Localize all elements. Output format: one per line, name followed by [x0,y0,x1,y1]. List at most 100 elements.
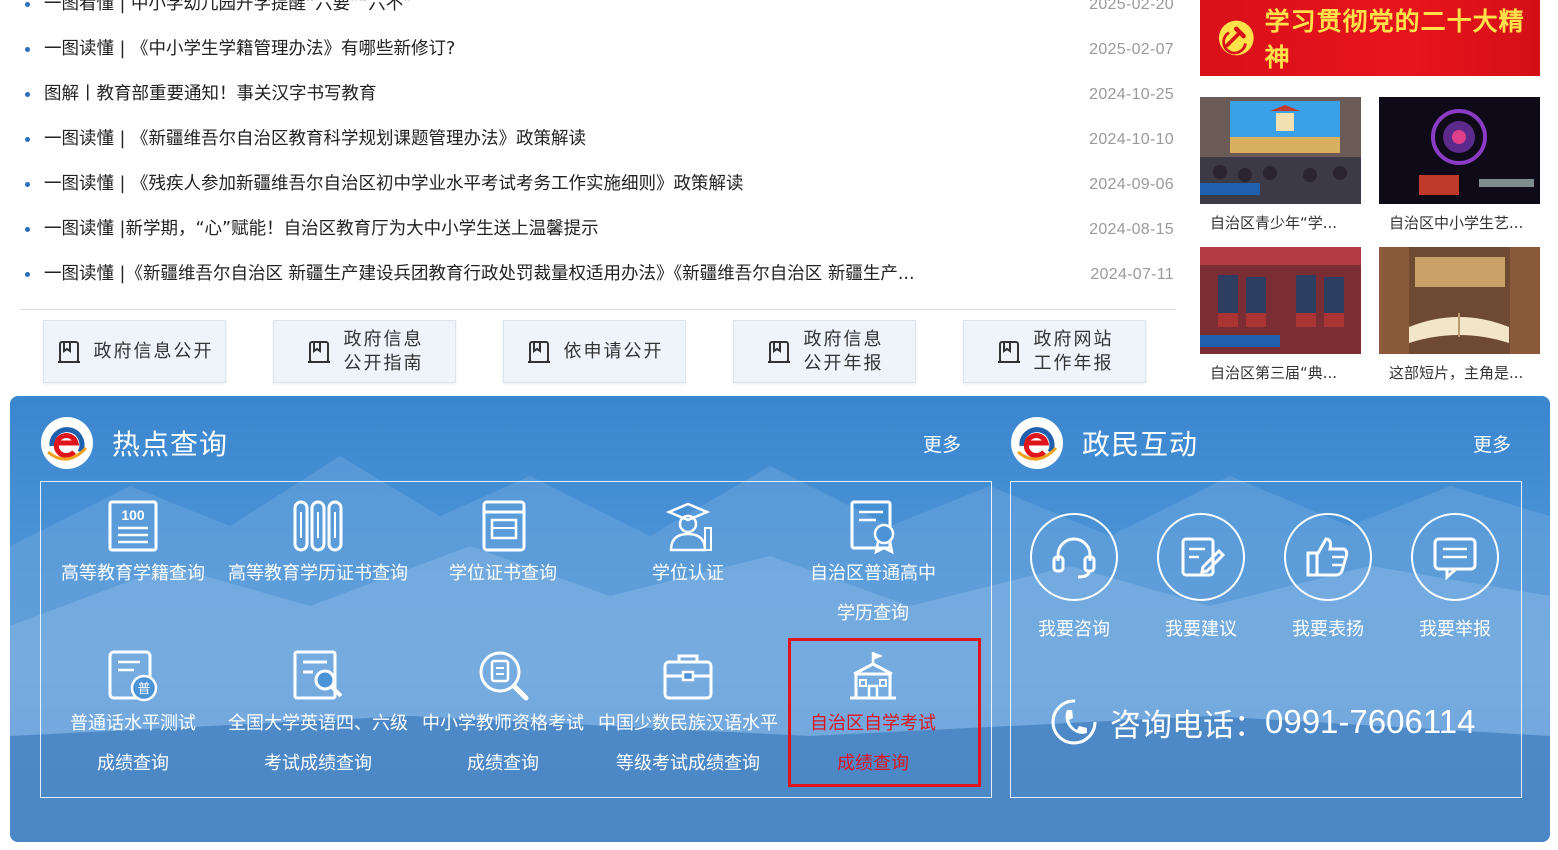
thumbnail-image [1200,97,1361,204]
hotline: 咨询电话： 0991-7606114 [1050,698,1475,746]
query-teacher-qualification[interactable]: 中小学教师资格考试 成绩查询 [411,648,595,784]
bookmark-doc-icon [767,340,790,363]
query-label: 高等教育学历证书查询 [228,563,408,584]
query-higher-edu-diploma[interactable]: 高等教育学历证书查询 [226,498,410,594]
praise-circle [1284,513,1372,601]
news-thumbnail[interactable]: 自治区第三届“典... [1200,247,1361,383]
news-date: 2024-10-10 [1089,131,1174,148]
party-congress-banner[interactable]: 学习贯彻党的二十大精神 [1200,0,1540,76]
praise-button[interactable]: 我要表扬 [1273,513,1383,641]
diploma-icon [850,500,895,554]
magnifier-doc-icon [479,651,529,701]
news-title[interactable]: 一图读懂 | 《中小学生学籍管理办法》有哪些新修订? [44,27,455,72]
svg-text:100: 100 [121,507,145,523]
news-item[interactable]: 一图读懂 | 《残疾人参加新疆维吾尔自治区初中学业水平考试考务工作实施细则》政策… [20,162,1176,207]
query-cet-scores[interactable]: 全国大学英语四、六级 考试成绩查询 [226,648,410,784]
news-item[interactable]: 一图读懂 |新学期，“心”赋能！自治区教育厅为大中小学生送上温馨提示 2024-0… [20,207,1176,252]
bullet-dot [25,182,30,187]
search-doc-icon [293,650,343,700]
gov-button-label: 政府信息 公开指南 [343,328,424,374]
hot-query-header: 热点查询 [40,416,228,470]
query-higher-edu-status[interactable]: 100 高等教育学籍查询 [41,498,225,594]
news-date: 2025-02-20 [1089,0,1174,13]
thumbnail-caption[interactable]: 自治区第三届“典... [1200,362,1361,383]
news-title[interactable]: 一图读懂 |《新疆维吾尔自治区 新疆生产建设兵团教育行政处罚裁量权适用办法》《新… [44,252,915,297]
interaction-header: 政民互动 [1010,416,1198,470]
gov-button-label: 政府信息 公开年报 [803,328,884,374]
interaction-title: 政民互动 [1082,428,1199,461]
news-date: 2024-10-25 [1089,86,1174,103]
bookmark-doc-icon [997,340,1020,363]
hot-query-more-link[interactable]: 更多 [923,430,961,457]
interaction-more-link[interactable]: 更多 [1473,430,1511,457]
banner-text: 学习贯彻党的二十大精神 [1264,7,1525,72]
bookmark-doc-icon [527,340,550,363]
news-item[interactable]: 图解丨教育部重要通知！事关汉字书写教育 2024-10-25 [20,72,1176,117]
query-high-school-diploma[interactable]: 自治区普通高中 学历查询 [781,498,965,634]
query-degree-authentication[interactable]: 学位认证 [596,498,780,594]
highlight-box [788,638,981,787]
query-label: 中小学教师资格考试 成绩查询 [422,713,584,774]
bookmark-doc-icon [307,340,330,363]
news-title[interactable]: 一图读懂 |新学期，“心”赋能！自治区教育厅为大中小学生送上温馨提示 [44,207,599,252]
praise-label: 我要表扬 [1292,619,1364,640]
query-degree-certificate[interactable]: 学位证书查询 [411,498,595,594]
e-logo-icon [41,417,93,469]
news-title[interactable]: 一图读懂 | 《新疆维吾尔自治区教育科学规划课题管理办法》政策解读 [44,117,586,162]
svg-text:普: 普 [137,682,150,697]
bullet-dot [25,137,30,142]
query-label: 全国大学英语四、六级 考试成绩查询 [228,713,408,774]
suggest-label: 我要建议 [1165,619,1237,640]
news-list: 一图看懂 | 中小学幼儿园开学提醒“六要”“六不” 2025-02-20 一图读懂… [20,0,1176,297]
news-date: 2024-09-06 [1089,176,1174,193]
news-date: 2024-07-11 [1090,266,1174,283]
apply-disclosure-button[interactable]: 依申请公开 [503,320,686,383]
message-icon [1433,537,1477,581]
thumbnail-caption[interactable]: 这部短片，主角是... [1379,362,1540,383]
report-button[interactable]: 我要举报 [1400,513,1510,641]
news-item[interactable]: 一图读懂 | 《中小学生学籍管理办法》有哪些新修订? 2025-02-07 [20,27,1176,72]
hotline-number: 0991-7606114 [1265,703,1476,740]
certificate-100-icon: 100 [108,500,158,552]
bullet-dot [25,2,30,7]
news-title[interactable]: 图解丨教育部重要通知！事关汉字书写教育 [44,72,377,117]
news-title[interactable]: 一图读懂 | 《残疾人参加新疆维吾尔自治区初中学业水平考试考务工作实施细则》政策… [44,162,744,207]
news-item[interactable]: 一图看懂 | 中小学幼儿园开学提醒“六要”“六不” 2025-02-20 [20,0,1176,27]
hot-query-title: 热点查询 [112,428,229,461]
thumbs-up-icon [1306,537,1349,577]
bullet-dot [25,272,30,277]
books-icon [293,500,343,552]
putonghua-icon: 普 [108,650,158,702]
thumbnail-image [1379,97,1540,204]
news-title[interactable]: 一图看懂 | 中小学幼儿园开学提醒“六要”“六不” [44,0,412,27]
suggest-circle [1157,513,1245,601]
news-date: 2025-02-07 [1089,41,1174,58]
suggest-button[interactable]: 我要建议 [1146,513,1256,641]
gov-info-guide-button[interactable]: 政府信息 公开指南 [273,320,456,383]
news-item[interactable]: 一图读懂 |《新疆维吾尔自治区 新疆生产建设兵团教育行政处罚裁量权适用办法》《新… [20,252,1176,297]
website-annual-report-button[interactable]: 政府网站 工作年报 [963,320,1146,383]
bullet-dot [25,92,30,97]
thumbnail-caption[interactable]: 自治区青少年“学... [1200,212,1361,233]
thumbnail-caption[interactable]: 自治区中小学生艺... [1379,212,1540,233]
hot-query-panel: 热点查询 更多 100 高等教育学籍查询 高等教育学历证书查询 学位证书查询 学… [10,396,1550,842]
news-thumbnail[interactable]: 这部短片，主角是... [1379,247,1540,383]
news-thumbnail[interactable]: 自治区中小学生艺... [1379,97,1540,233]
gov-info-public-button[interactable]: 政府信息公开 [43,320,226,383]
gov-button-label: 政府网站 工作年报 [1033,328,1114,374]
consult-button[interactable]: 我要咨询 [1019,513,1129,641]
news-divider [20,309,1176,310]
query-mhk-scores[interactable]: 中国少数民族汉语水平 等级考试成绩查询 [596,648,780,784]
report-label: 我要举报 [1419,619,1491,640]
query-label: 自治区普通高中 学历查询 [810,563,936,624]
e-logo-icon [1011,417,1063,469]
gov-info-annual-report-button[interactable]: 政府信息 公开年报 [733,320,916,383]
query-label: 学位证书查询 [449,563,557,584]
hotline-label: 咨询电话： [1110,707,1265,744]
headset-icon [1052,537,1096,579]
query-putonghua-test[interactable]: 普 普通话水平测试 成绩查询 [41,648,225,784]
news-thumbnail[interactable]: 自治区青少年“学... [1200,97,1361,233]
news-item[interactable]: 一图读懂 | 《新疆维吾尔自治区教育科学规划课题管理办法》政策解读 2024-10… [20,117,1176,162]
gov-button-label: 政府信息公开 [93,340,214,362]
consult-label: 我要咨询 [1038,619,1110,640]
